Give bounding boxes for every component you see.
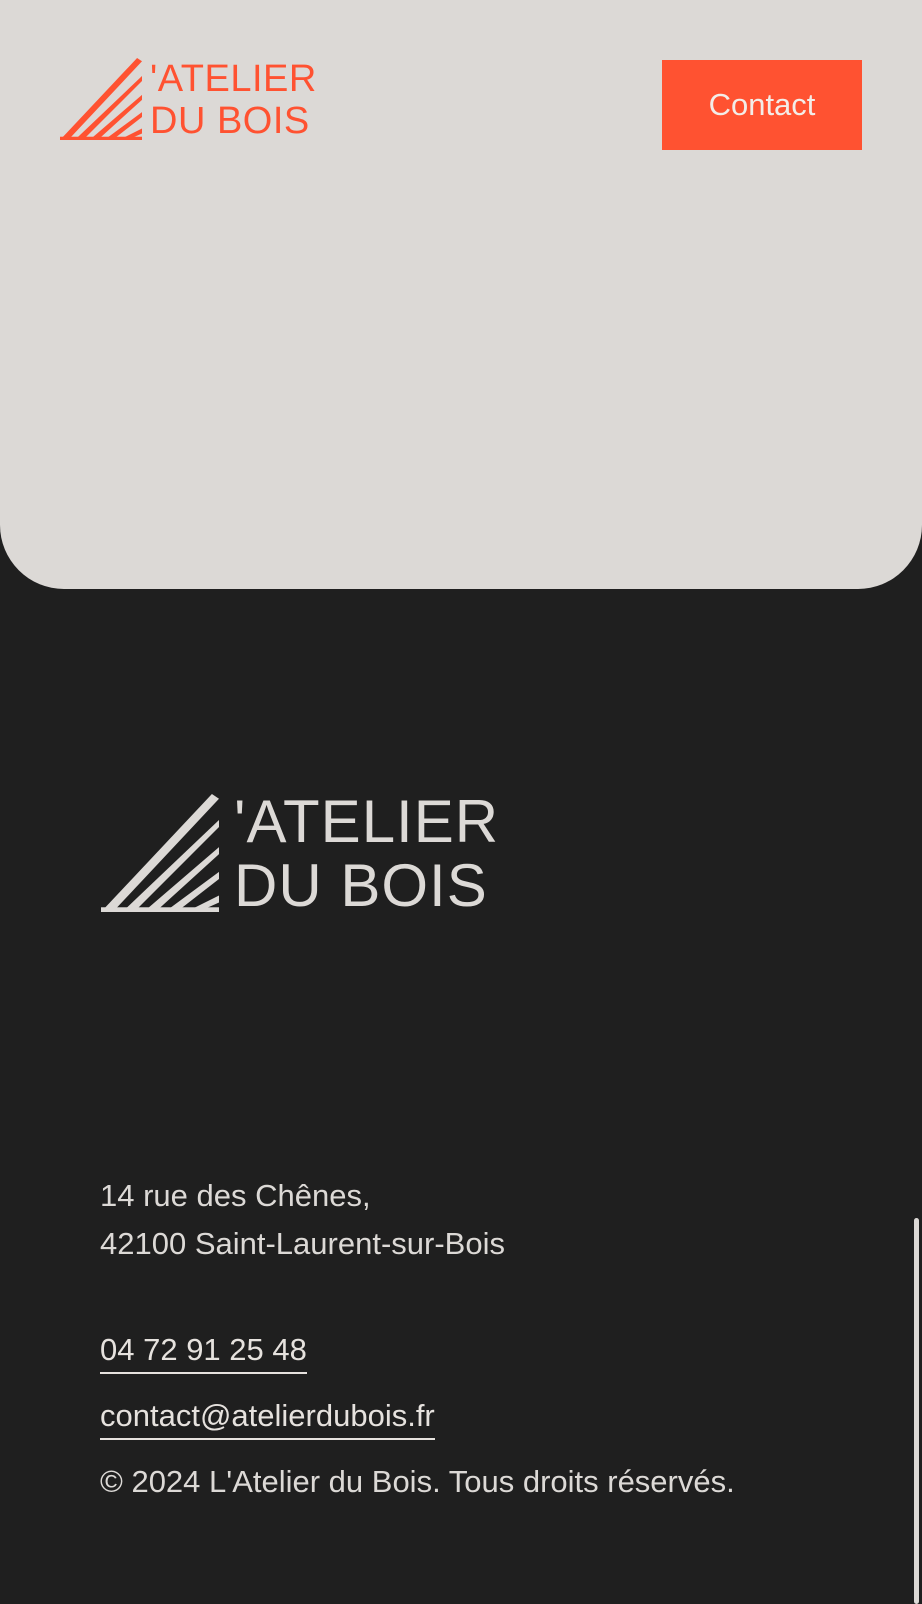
footer-logo-wordmark: 'ATELIER DU BOIS (234, 790, 499, 918)
header-logo-line2: DU BOIS (150, 100, 310, 142)
copyright-text: © 2024 L'Atelier du Bois. Tous droits ré… (100, 1464, 735, 1499)
header-logo-line1: 'ATELIER (150, 58, 317, 100)
hero-panel: 'ATELIER DU BOIS Contact (0, 0, 922, 589)
fan-rays-logo-icon (101, 794, 219, 912)
contact-button[interactable]: Contact (662, 60, 862, 150)
address-line-1: 14 rue des Chênes, (100, 1178, 371, 1213)
header-logo-wordmark: 'ATELIER DU BOIS (150, 58, 317, 142)
fan-rays-logo-icon (60, 58, 142, 140)
footer-logo-line1: 'ATELIER (234, 788, 500, 855)
address-line-2: 42100 Saint-Laurent-sur-Bois (100, 1226, 505, 1261)
page: 'ATELIER DU BOIS Contact 'ATELIER DU BOI… (0, 0, 922, 1604)
header-logo[interactable]: 'ATELIER DU BOIS (60, 58, 317, 142)
phone-link[interactable]: 04 72 91 25 48 (100, 1330, 307, 1374)
footer-logo-line2: DU BOIS (234, 852, 488, 919)
footer-address: 14 rue des Chênes, 42100 Saint-Laurent-s… (100, 1172, 505, 1268)
footer-logo[interactable]: 'ATELIER DU BOIS (100, 790, 499, 918)
scrollbar-thumb[interactable] (914, 1218, 919, 1604)
email-link[interactable]: contact@atelierdubois.fr (100, 1396, 435, 1440)
